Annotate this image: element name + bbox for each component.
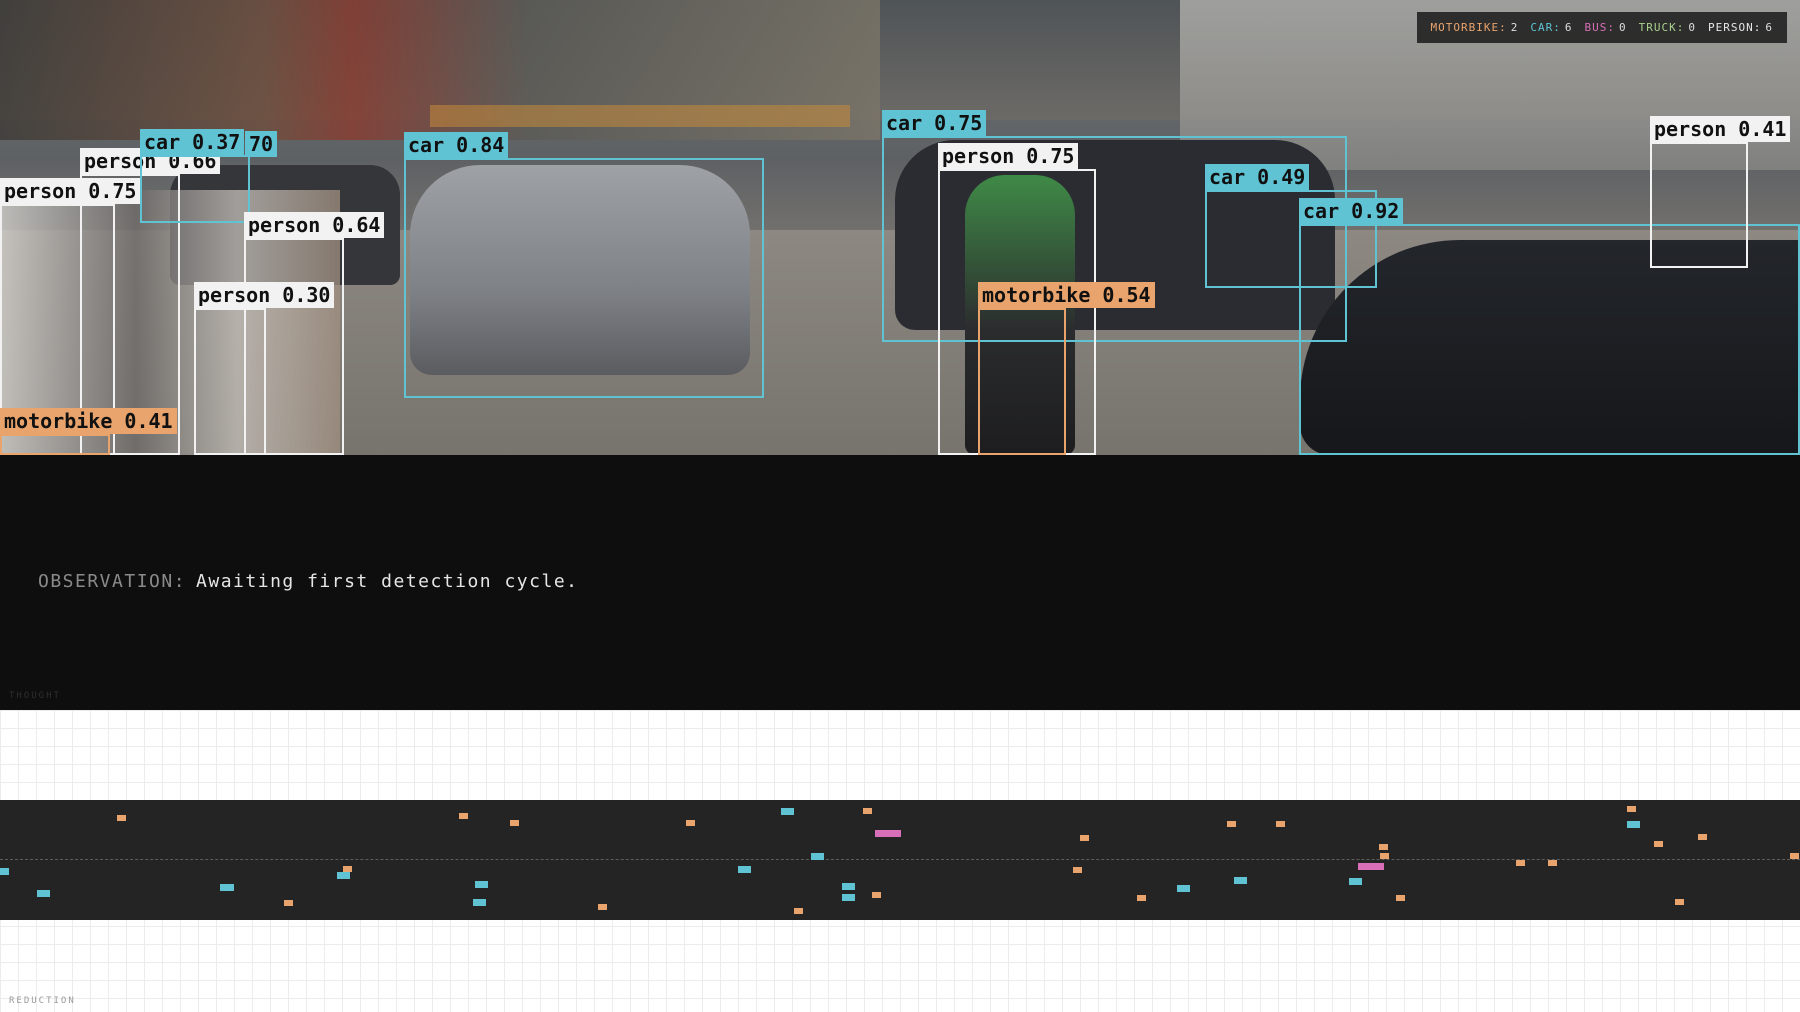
timeline-mark bbox=[686, 820, 695, 826]
detection-label: car 0.92 bbox=[1299, 198, 1404, 224]
timeline-mark bbox=[1380, 853, 1389, 859]
observation-panel: OBSERVATION: Awaiting first detection cyc… bbox=[0, 455, 1800, 710]
count-bus: BUS: 0 bbox=[1584, 21, 1627, 34]
timeline-mark bbox=[842, 883, 855, 890]
timeline-mark bbox=[1379, 844, 1388, 850]
timeline-mark bbox=[811, 853, 824, 860]
timeline-mark bbox=[475, 881, 488, 888]
observation-text: Awaiting first detection cycle. bbox=[196, 571, 579, 592]
class-counts: MOTORBIKE: 2 CAR: 6 BUS: 0 TRUCK: 0 PERSON: 6 bbox=[1416, 12, 1787, 43]
timeline-mark bbox=[1675, 899, 1684, 905]
observation-line: OBSERVATION: Awaiting first detection cyc… bbox=[38, 571, 579, 592]
detection-label: person 0.30 bbox=[194, 282, 335, 308]
timeline-mark bbox=[1516, 860, 1525, 866]
timeline-mark bbox=[1790, 853, 1799, 859]
timeline-mark bbox=[510, 820, 519, 826]
timeline-mark bbox=[1627, 821, 1640, 828]
video-feed: person 0.75 person 0.66 car 0.37 70 car … bbox=[0, 0, 1800, 455]
detection-label: car 0.37 bbox=[140, 129, 245, 155]
timeline-mark bbox=[872, 892, 881, 898]
reduction-section-tag: REDUCTION bbox=[9, 996, 76, 1006]
scene-storefront-lights bbox=[430, 105, 850, 127]
timeline-mark bbox=[1080, 835, 1089, 841]
count-motorbike: MOTORBIKE: 2 bbox=[1430, 21, 1519, 34]
detection-label: car 0.75 bbox=[882, 110, 987, 136]
timeline-mark bbox=[875, 830, 901, 837]
timeline-mark bbox=[1358, 863, 1384, 870]
timeline-mark bbox=[1396, 895, 1405, 901]
timeline-mark bbox=[1137, 895, 1146, 901]
timeline-mark bbox=[1177, 885, 1190, 892]
detection-label: motorbike 0.41 bbox=[0, 408, 177, 434]
observation-key: OBSERVATION: bbox=[38, 571, 187, 592]
thought-section-tag: THOUGHT bbox=[9, 691, 61, 701]
timeline-mark bbox=[220, 884, 234, 891]
count-car: CAR: 6 bbox=[1530, 21, 1573, 34]
detection-label: person 0.41 bbox=[1650, 116, 1791, 142]
timeline-midline bbox=[0, 859, 1800, 860]
timeline-mark bbox=[459, 813, 468, 819]
timeline-mark bbox=[37, 890, 50, 897]
detection-box: motorbike 0.54 bbox=[978, 282, 1155, 455]
timeline-mark bbox=[781, 808, 794, 815]
count-person: PERSON: 6 bbox=[1708, 21, 1773, 34]
timeline-mark bbox=[337, 872, 350, 879]
timeline-mark bbox=[598, 904, 607, 910]
timeline-mark bbox=[1548, 860, 1557, 866]
timeline-mark bbox=[1227, 821, 1236, 827]
timeline-mark bbox=[1276, 821, 1285, 827]
timeline-mark bbox=[1349, 878, 1362, 885]
timeline-mark bbox=[0, 868, 9, 875]
timeline-mark bbox=[1234, 877, 1247, 884]
timeline-mark bbox=[1627, 806, 1636, 812]
timeline-mark bbox=[1698, 834, 1707, 840]
timeline-mark bbox=[842, 894, 855, 901]
timeline-mark bbox=[284, 900, 293, 906]
count-truck: TRUCK: 0 bbox=[1638, 21, 1697, 34]
detection-label: person 0.75 bbox=[938, 143, 1079, 169]
timeline-mark bbox=[738, 866, 751, 873]
detection-label: car 0.84 bbox=[404, 132, 509, 158]
detection-label: 70 bbox=[245, 131, 278, 157]
timeline-mark bbox=[863, 808, 872, 814]
detection-box: person 0.30 bbox=[194, 282, 335, 455]
detection-label: motorbike 0.54 bbox=[978, 282, 1155, 308]
timeline-mark bbox=[1073, 867, 1082, 873]
detection-box: person 0.41 bbox=[1650, 116, 1791, 268]
detection-label: car 0.49 bbox=[1205, 164, 1310, 190]
reduction-panel: REDUCTION bbox=[0, 710, 1800, 1012]
detection-label: person 0.64 bbox=[244, 212, 385, 238]
timeline-mark bbox=[1654, 841, 1663, 847]
detection-timeline bbox=[0, 800, 1800, 920]
detection-box: motorbike 0.41 bbox=[0, 408, 177, 455]
detection-box: car 0.84 bbox=[404, 132, 764, 398]
timeline-mark bbox=[794, 908, 803, 914]
timeline-mark bbox=[473, 899, 486, 906]
timeline-mark bbox=[117, 815, 126, 821]
